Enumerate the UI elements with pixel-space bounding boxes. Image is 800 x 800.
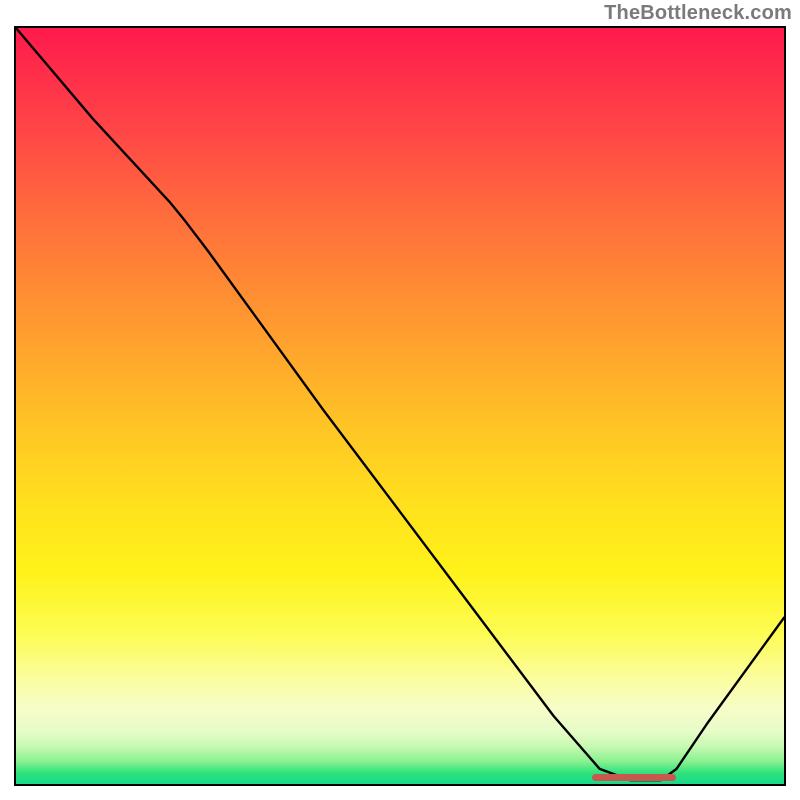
watermark-text: TheBottleneck.com [604,2,792,25]
plot-area [14,26,786,786]
chart-stage: TheBottleneck.com [0,0,800,800]
bottleneck-curve [16,28,784,784]
optimal-range-marker [592,774,676,781]
